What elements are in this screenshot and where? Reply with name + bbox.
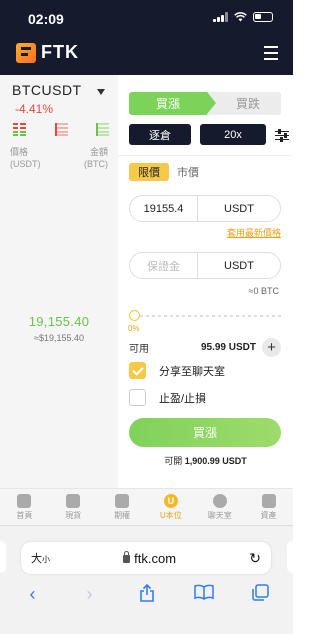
nav-item-options[interactable]: 期權 xyxy=(98,489,147,525)
leverage-button[interactable]: 20x xyxy=(200,124,266,145)
tp-sl-label: 止盈/止損 xyxy=(159,392,207,405)
side-switch: 買漲 買跌 xyxy=(129,92,281,115)
wallet-icon xyxy=(261,494,276,508)
browser-nav-buttons: ‹ › xyxy=(0,583,293,607)
use-latest-price-link[interactable]: 套用最新價格 xyxy=(227,226,281,239)
battery-icon xyxy=(253,12,273,22)
ftk-logo-icon xyxy=(16,42,36,63)
url-text: ftk.com xyxy=(134,550,177,566)
nav-item-chat[interactable]: 聊天室 xyxy=(195,489,244,525)
text-size-button[interactable]: 大小 xyxy=(31,550,50,566)
margin-settings-row: 逐倉 20x xyxy=(129,124,289,145)
home-icon xyxy=(17,494,32,508)
price-change: -4.41% xyxy=(15,102,54,116)
available-label: 可用 xyxy=(129,343,149,355)
add-funds-plus-icon[interactable]: + xyxy=(262,337,281,357)
status-icons xyxy=(213,12,273,22)
url-display[interactable]: ftk.com xyxy=(50,551,249,566)
back-icon[interactable]: ‹ xyxy=(18,584,48,607)
reload-icon[interactable]: ↻ xyxy=(249,550,261,567)
buy-long-submit-button[interactable]: 買漲 xyxy=(129,418,281,447)
bottom-nav: 首頁 現貨 期權 U U本位 聊天室 資產 xyxy=(0,488,293,525)
tp-sl-checkbox[interactable] xyxy=(129,389,146,406)
order-panel: 買漲 買跌 逐倉 20x 限價 市價 19155.4 USDT 套用最新價格 保… xyxy=(118,75,293,488)
last-price: 19,155.40 xyxy=(28,314,90,329)
settings-sliders-icon[interactable] xyxy=(275,128,289,142)
ftk-logo[interactable]: FTK xyxy=(16,42,79,63)
page-edge-right xyxy=(287,541,299,573)
market-order-tab[interactable]: 市價 xyxy=(177,164,199,180)
bookmarks-icon[interactable] xyxy=(189,584,219,607)
app-header: 02:09 FTK xyxy=(0,0,293,75)
orderbook-asks-view-icon[interactable] xyxy=(54,123,68,136)
browser-toolbar: 大小 ftk.com ↻ ‹ › xyxy=(0,525,293,634)
share-to-chat-checkbox[interactable] xyxy=(129,362,146,379)
orderbook-bids-view-icon[interactable] xyxy=(96,123,109,136)
nav-item-assets[interactable]: 資產 xyxy=(244,489,293,525)
share-to-chat-row[interactable]: 分享至聊天室 xyxy=(129,362,225,379)
tabs-icon[interactable] xyxy=(246,584,276,607)
margin-input[interactable]: 保證金 xyxy=(130,253,198,278)
share-icon[interactable] xyxy=(132,583,162,607)
limit-order-tab[interactable]: 限價 xyxy=(129,163,169,181)
btc-estimate: ≈0 BTC xyxy=(248,286,279,296)
amount-column-header: 金額 (BTC) xyxy=(84,147,108,169)
margin-unit: USDT xyxy=(224,259,254,272)
orderbook-view-toggles xyxy=(13,123,109,136)
price-unit: USDT xyxy=(224,202,254,215)
pair-selector[interactable]: BTCUSDT xyxy=(12,82,82,98)
last-price-usd: ≈$19,155.40 xyxy=(34,333,84,343)
price-input[interactable]: 19155.4 xyxy=(130,196,198,221)
divider xyxy=(118,155,293,156)
orderbook-both-view-icon[interactable] xyxy=(13,123,26,136)
buy-short-tab[interactable]: 買跌 xyxy=(207,92,281,115)
market-panel: BTCUSDT -4.41% 價格 (USDT) 金額 (BTC) 19,155… xyxy=(0,75,118,488)
options-chart-icon xyxy=(115,494,130,508)
slider-percent: 0% xyxy=(128,324,140,333)
slider-track[interactable] xyxy=(134,315,281,317)
status-time: 02:09 xyxy=(28,11,64,27)
margin-field[interactable]: 保證金 USDT xyxy=(129,252,281,279)
nav-item-spot[interactable]: 現貨 xyxy=(49,489,98,525)
amount-slider[interactable]: 0% xyxy=(128,309,281,333)
nav-item-home[interactable]: 首頁 xyxy=(0,489,49,525)
spot-chart-icon xyxy=(66,494,81,508)
slider-handle[interactable] xyxy=(129,310,140,321)
lock-icon xyxy=(123,551,131,563)
share-to-chat-label: 分享至聊天室 xyxy=(159,365,225,378)
usdt-futures-icon: U xyxy=(163,494,178,508)
address-bar[interactable]: 大小 ftk.com ↻ xyxy=(21,542,271,574)
openable-amount: 可開 1,900.99 USDT xyxy=(164,456,247,466)
available-balance-row: 可用 95.99 USDT + xyxy=(129,337,281,357)
available-value: 95.99 USDT xyxy=(200,341,256,353)
hamburger-menu-icon[interactable] xyxy=(264,46,278,64)
price-column-header: 價格 (USDT) xyxy=(10,147,41,169)
buy-long-tab[interactable]: 買漲 xyxy=(129,92,216,115)
chat-icon xyxy=(212,494,227,508)
tp-sl-row[interactable]: 止盈/止損 xyxy=(129,389,206,406)
order-type-tabs: 限價 市價 xyxy=(129,163,199,181)
brand-name: FTK xyxy=(41,42,79,62)
forward-icon[interactable]: › xyxy=(75,584,105,607)
page-edge-left xyxy=(0,541,6,573)
cellular-signal-icon xyxy=(213,12,228,22)
caret-down-icon[interactable] xyxy=(97,89,105,95)
wifi-icon xyxy=(234,12,247,22)
price-field[interactable]: 19155.4 USDT xyxy=(129,195,281,222)
nav-item-usdt-futures[interactable]: U U本位 xyxy=(146,489,195,525)
margin-mode-button[interactable]: 逐倉 xyxy=(129,124,191,145)
